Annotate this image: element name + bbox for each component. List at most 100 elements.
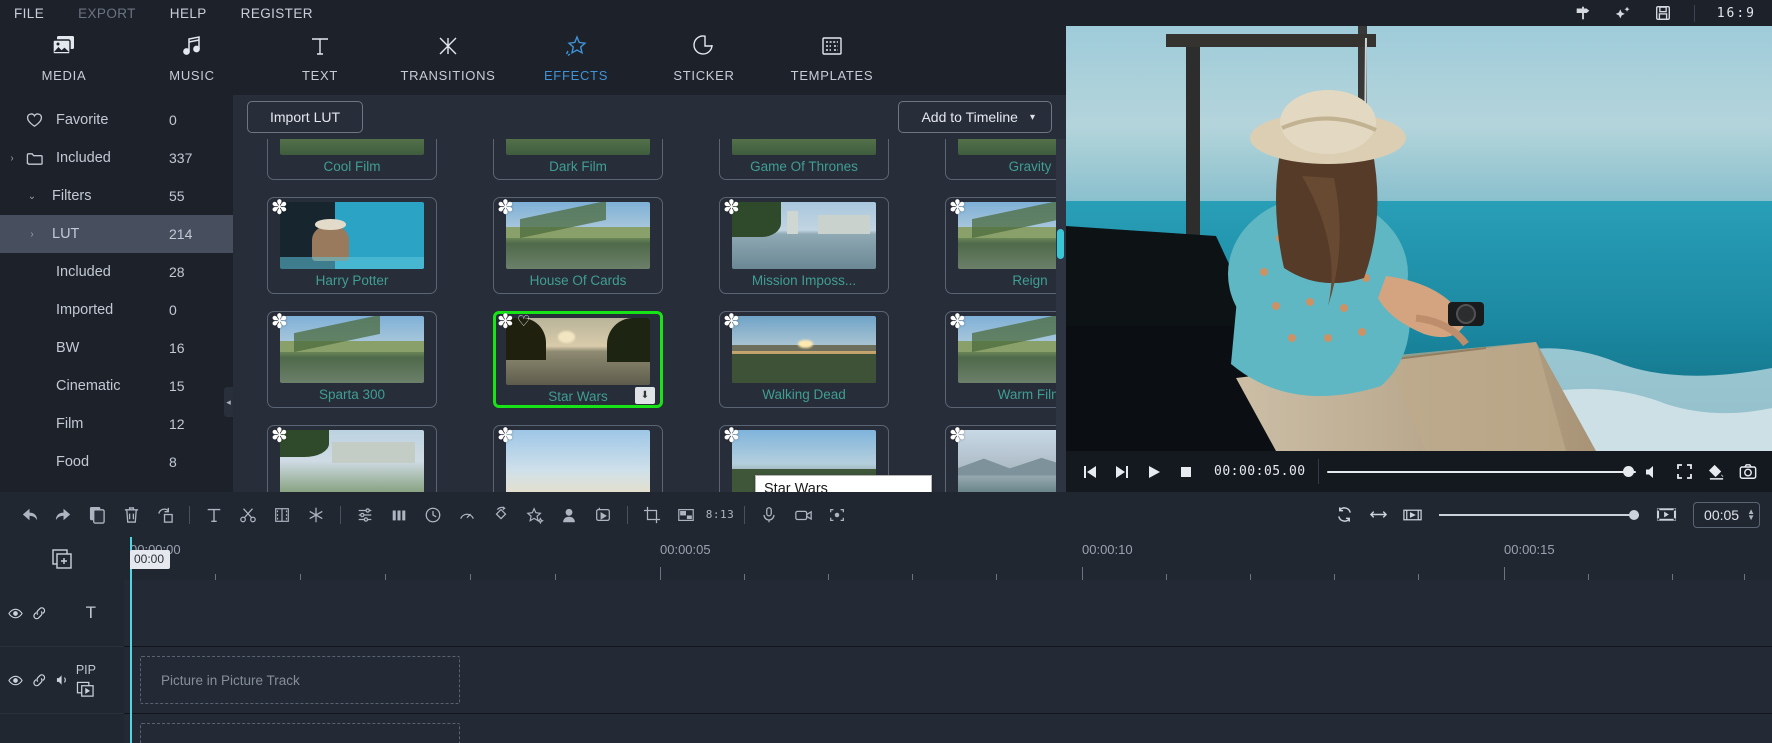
effects-star-icon[interactable] <box>518 498 552 532</box>
filter-grid-scrollbar[interactable] <box>1056 139 1066 492</box>
pip-icon[interactable] <box>669 498 703 532</box>
sidebar-item-lut-cinematic[interactable]: Cinematic 15 <box>0 367 233 405</box>
filter-card[interactable]: Reign ✽ <box>945 197 1066 294</box>
sidebar-item-included[interactable]: › Included 337 <box>0 139 233 177</box>
chevron-down-icon[interactable]: ⌄ <box>22 191 42 202</box>
record-screen-icon[interactable] <box>786 498 820 532</box>
tab-templates[interactable]: TEMPLATES <box>768 32 896 83</box>
speed-icon[interactable] <box>450 498 484 532</box>
detect-icon[interactable] <box>820 498 854 532</box>
video-preview[interactable] <box>1066 26 1772 451</box>
mic-icon[interactable] <box>752 498 786 532</box>
duration-stepper[interactable]: 00:05 ▲ ▼ <box>1693 502 1760 528</box>
add-to-timeline-button[interactable]: Add to Timeline ▾ <box>898 101 1052 133</box>
zoom-out-icon[interactable] <box>1395 498 1429 532</box>
menu-export[interactable]: EXPORT <box>78 6 136 21</box>
sidebar-collapse-handle[interactable]: ◂ <box>224 387 233 417</box>
filter-card[interactable]: Mission Imposs... ✽ <box>719 197 889 294</box>
menu-file[interactable]: FILE <box>14 6 44 21</box>
add-track-button[interactable] <box>0 537 124 580</box>
split-icon[interactable] <box>231 498 265 532</box>
next-frame-button[interactable] <box>1106 456 1138 488</box>
clock-icon[interactable] <box>416 498 450 532</box>
filter-card[interactable]: Harry Potter ✽ <box>267 197 437 294</box>
sidebar-item-lut-food[interactable]: Food 8 <box>0 443 233 481</box>
filter-card[interactable]: Warm Film ✽ <box>945 311 1066 408</box>
timeline-zoom-slider[interactable] <box>1439 500 1639 530</box>
freeze-frame-icon[interactable] <box>299 498 333 532</box>
filter-card[interactable]: Gravity <box>945 139 1066 180</box>
playhead-label[interactable]: 00:00 <box>130 550 170 569</box>
redo-icon[interactable] <box>46 498 80 532</box>
aspect-ratio-icon[interactable]: 8:13 <box>703 498 737 532</box>
render-icon[interactable] <box>586 498 620 532</box>
delete-icon[interactable] <box>114 498 148 532</box>
snapshot-icon[interactable] <box>1732 456 1764 488</box>
chevron-right-icon[interactable]: › <box>2 153 22 164</box>
filter-card[interactable]: Game Of Thrones <box>719 139 889 180</box>
zoom-knob[interactable] <box>1629 510 1639 520</box>
chevron-right-icon[interactable]: › <box>22 229 42 240</box>
signpost-icon[interactable] <box>1574 4 1592 22</box>
tab-media[interactable]: MEDIA <box>0 32 128 83</box>
download-icon[interactable]: ⬇ <box>635 387 655 404</box>
stepper-arrows[interactable]: ▲ ▼ <box>1747 509 1755 521</box>
seek-slider[interactable] <box>1327 456 1636 488</box>
tab-effects[interactable]: EFFECTS <box>512 32 640 83</box>
track-header-text[interactable]: T <box>0 580 124 647</box>
rotate-icon[interactable] <box>484 498 518 532</box>
timeline-canvas[interactable]: 00:00:00 00:00:05 00:00:10 00:00:15 <box>124 537 1772 743</box>
player-timecode[interactable]: 00:00:05.00 <box>1202 464 1316 479</box>
prev-frame-button[interactable] <box>1074 456 1106 488</box>
sidebar-item-lut-included[interactable]: Included 28 <box>0 253 233 291</box>
duration-value[interactable]: 00:05 <box>1704 507 1739 523</box>
crop-icon[interactable] <box>635 498 669 532</box>
timeline-track-text[interactable] <box>124 580 1772 647</box>
filter-card-selected[interactable]: Star Wars ✽ ♡ ⬇ <box>493 311 663 408</box>
import-lut-button[interactable]: Import LUT <box>247 101 363 133</box>
replace-icon[interactable] <box>148 498 182 532</box>
timeline-ruler[interactable]: 00:00:00 00:00:05 00:00:10 00:00:15 <box>124 537 1772 580</box>
filter-card[interactable]: ✽ <box>493 425 663 492</box>
volume-icon[interactable] <box>1636 456 1668 488</box>
play-button[interactable] <box>1138 456 1170 488</box>
zoom-in-icon[interactable] <box>1649 498 1683 532</box>
filter-card[interactable]: House Of Cards ✽ <box>493 197 663 294</box>
fullscreen-icon[interactable] <box>1668 456 1700 488</box>
portrait-icon[interactable] <box>552 498 586 532</box>
tab-sticker[interactable]: STICKER <box>640 32 768 83</box>
seek-knob[interactable] <box>1623 466 1634 477</box>
sidebar-item-lut-film[interactable]: Film 12 <box>0 405 233 443</box>
favorite-heart-icon[interactable]: ♡ <box>517 315 530 329</box>
scrollbar-thumb[interactable] <box>1057 229 1064 259</box>
timeline-track-pip[interactable]: Picture in Picture Track <box>124 647 1772 714</box>
undo-icon[interactable] <box>12 498 46 532</box>
copy-icon[interactable] <box>80 498 114 532</box>
eye-icon[interactable] <box>8 608 23 619</box>
eye-icon[interactable] <box>8 675 23 686</box>
link-icon[interactable] <box>32 673 47 687</box>
tab-text[interactable]: TEXT <box>256 32 384 83</box>
filter-card[interactable]: ✽ <box>267 425 437 492</box>
save-icon[interactable] <box>1654 4 1672 22</box>
tab-transitions[interactable]: TRANSITIONS <box>384 32 512 83</box>
text-icon[interactable] <box>197 498 231 532</box>
stop-button[interactable] <box>1170 456 1202 488</box>
menu-help[interactable]: HELP <box>170 6 207 21</box>
magic-stars-icon[interactable] <box>1614 4 1632 22</box>
sidebar-item-lut-bw[interactable]: BW 16 <box>0 329 233 367</box>
sidebar-item-lut[interactable]: › LUT 214 <box>0 215 233 253</box>
audio-mixer-icon[interactable] <box>348 498 382 532</box>
filter-card[interactable]: ✽ <box>945 425 1066 492</box>
tab-music[interactable]: MUSIC <box>128 32 256 83</box>
filter-card[interactable]: Sparta 300 ✽ <box>267 311 437 408</box>
stepper-down-icon[interactable]: ▼ <box>1747 515 1755 521</box>
menu-register[interactable]: REGISTER <box>241 6 313 21</box>
sidebar-item-lut-imported[interactable]: Imported 0 <box>0 291 233 329</box>
filter-card[interactable]: Walking Dead ✽ <box>719 311 889 408</box>
filter-card[interactable]: Cool Film <box>267 139 437 180</box>
speaker-icon[interactable] <box>56 674 70 686</box>
link-icon[interactable] <box>32 606 47 620</box>
timeline-track-video[interactable] <box>124 714 1772 743</box>
aspect-ratio-badge[interactable]: 16:9 <box>1717 6 1762 21</box>
